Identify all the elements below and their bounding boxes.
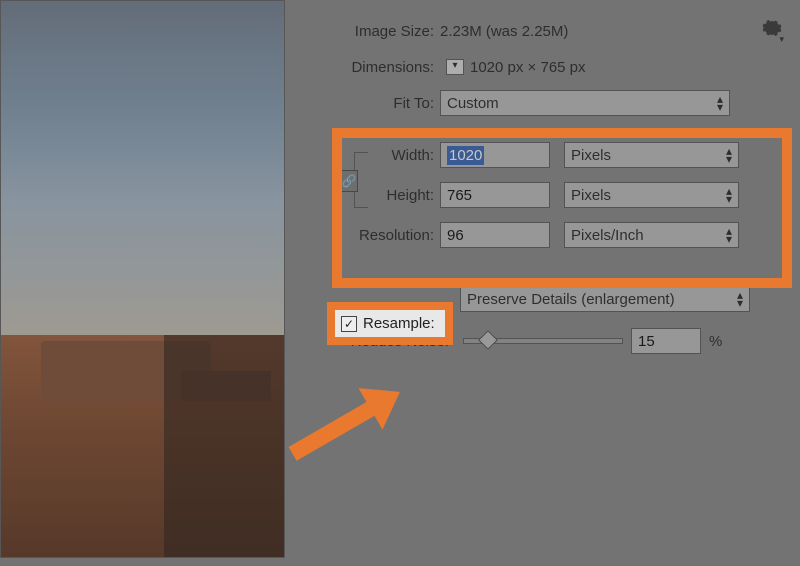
fit-to-select[interactable]: Custom ▴▾	[440, 90, 730, 116]
resolution-input[interactable]	[440, 222, 550, 248]
resample-method-select[interactable]: Preserve Details (enlargement) ▴▾	[460, 286, 750, 312]
image-size-panel: Image Size: 2.23M (was 2.25M) Dimensions…	[300, 0, 800, 566]
resolution-unit-select[interactable]: Pixels/Inch ▴▾	[564, 222, 739, 248]
resolution-unit-value: Pixels/Inch	[571, 227, 644, 244]
constrain-link-icon[interactable]: 🔗	[340, 170, 358, 192]
image-preview	[0, 0, 285, 558]
resolution-value[interactable]	[447, 227, 543, 244]
resample-label: Resample:	[363, 315, 435, 332]
reduce-noise-input[interactable]	[631, 328, 701, 354]
dimensions-label: Dimensions:	[300, 59, 440, 76]
resample-method-value: Preserve Details (enlargement)	[467, 291, 675, 308]
highlight-resample: ✓ Resample:	[327, 302, 453, 345]
height-value[interactable]	[447, 187, 543, 204]
image-size-value: 2.23M (was 2.25M)	[440, 23, 568, 40]
width-value: 1020	[447, 146, 484, 165]
fit-to-value: Custom	[447, 95, 499, 112]
width-label: Width:	[300, 147, 440, 164]
fit-to-label: Fit To:	[300, 95, 440, 112]
chevron-updown-icon: ▴▾	[726, 187, 732, 203]
chevron-updown-icon: ▴▾	[717, 95, 723, 111]
slider-thumb-icon[interactable]	[478, 330, 498, 350]
image-size-label: Image Size:	[300, 23, 440, 40]
chevron-updown-icon: ▴▾	[726, 227, 732, 243]
width-unit-value: Pixels	[571, 147, 611, 164]
dimensions-value: 1020 px × 765 px	[470, 59, 586, 76]
reduce-noise-value[interactable]	[638, 333, 694, 350]
height-input[interactable]	[440, 182, 550, 208]
dimensions-popup-icon[interactable]: ▾	[446, 59, 464, 75]
height-unit-value: Pixels	[571, 187, 611, 204]
resolution-label: Resolution:	[300, 227, 440, 244]
chevron-updown-icon: ▴▾	[737, 291, 743, 307]
width-input[interactable]: 1020	[440, 142, 550, 168]
chevron-updown-icon: ▴▾	[726, 147, 732, 163]
reduce-noise-slider[interactable]	[463, 338, 623, 344]
height-unit-select[interactable]: Pixels ▴▾	[564, 182, 739, 208]
height-label: Height:	[300, 187, 440, 204]
resample-checkbox[interactable]: ✓	[341, 316, 357, 332]
width-unit-select[interactable]: Pixels ▴▾	[564, 142, 739, 168]
percent-suffix: %	[701, 333, 722, 350]
